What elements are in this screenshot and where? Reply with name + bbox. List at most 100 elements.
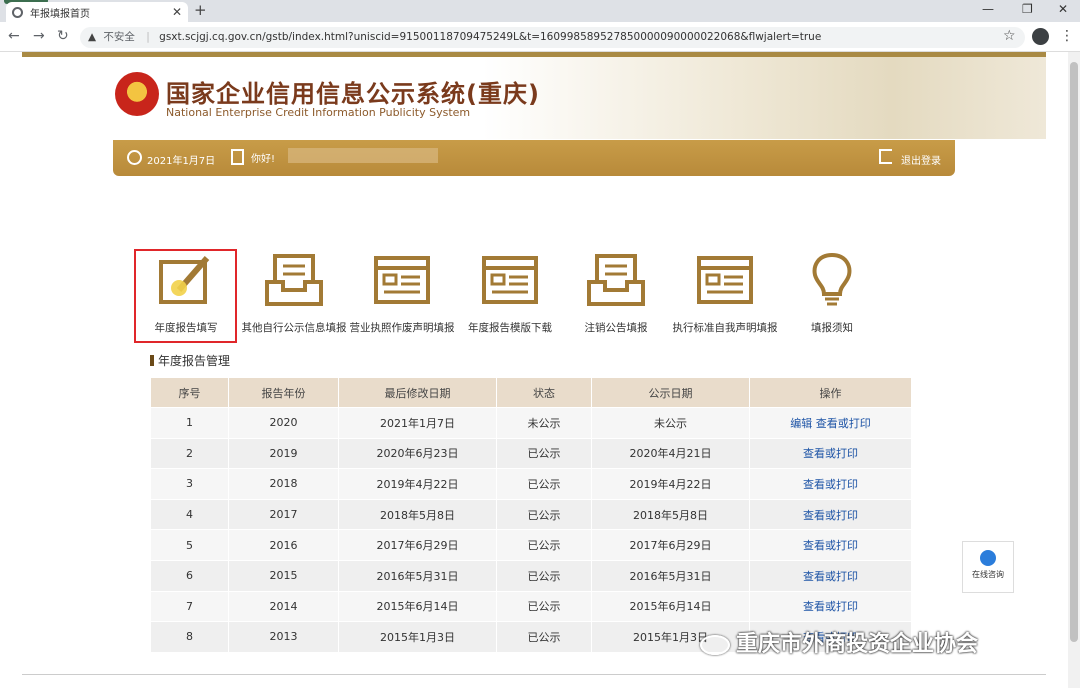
footer-line — [22, 674, 1046, 675]
cell-status: 已公示 — [496, 498, 592, 531]
func-label: 年度报告模版下载 — [468, 322, 552, 334]
col-header: 最后修改日期 — [338, 377, 497, 408]
insecure-label: 不安全 — [103, 31, 135, 43]
cell-year: 2016 — [228, 529, 339, 561]
view-print-link[interactable]: 查看或打印 — [803, 539, 858, 552]
cell-actions: 编辑 查看或打印 — [749, 407, 912, 439]
forward-icon[interactable]: → — [33, 28, 45, 44]
table-row: 1 2020 2021年1月7日 未公示 未公示 编辑 查看或打印 — [150, 407, 912, 439]
cell-actions: 查看或打印 — [749, 437, 912, 470]
table-row: 4 2017 2018年5月8日 已公示 2018年5月8日 查看或打印 — [150, 498, 912, 531]
url-text: gsxt.scjgj.cq.gov.cn/gstb/index.html?uni… — [159, 31, 822, 43]
cell-modified: 2020年6月23日 — [338, 437, 497, 470]
table-row: 5 2016 2017年6月29日 已公示 2017年6月29日 查看或打印 — [150, 529, 912, 561]
table-header-row: 序号 报告年份 最后修改日期 状态 公示日期 操作 — [150, 377, 912, 408]
view-print-link[interactable]: 查看或打印 — [803, 600, 858, 613]
cell-modified: 2016年5月31日 — [338, 559, 497, 592]
clock-icon — [127, 150, 142, 165]
cell-modified: 2019年4月22日 — [338, 468, 497, 500]
close-window-icon[interactable]: ✕ — [1058, 2, 1068, 16]
back-icon[interactable]: ← — [8, 28, 20, 44]
national-emblem-icon — [115, 72, 159, 116]
func-label: 执行标准自我声明填报 — [672, 322, 778, 334]
col-header: 公示日期 — [591, 377, 750, 408]
close-tab-icon[interactable]: ✕ — [172, 5, 182, 19]
col-header: 序号 — [150, 377, 229, 408]
section-title: 年度报告管理 — [150, 352, 230, 369]
cell-actions: 查看或打印 — [749, 529, 912, 561]
cell-year: 2020 — [228, 407, 339, 439]
template-icon — [482, 256, 538, 304]
form-icon — [374, 256, 430, 304]
cell-no: 8 — [150, 621, 229, 653]
watermark-text: 重庆市外商投资企业协会 — [736, 632, 979, 657]
logout-link[interactable]: 退出登录 — [901, 152, 941, 167]
cell-actions: 查看或打印 — [749, 590, 912, 623]
scrollbar-thumb[interactable] — [1070, 62, 1078, 642]
table-row: 3 2018 2019年4月22日 已公示 2019年4月22日 查看或打印 — [150, 468, 912, 500]
url-field[interactable]: ▲ 不安全 | gsxt.scjgj.cq.gov.cn/gstb/index.… — [80, 27, 1025, 48]
wechat-icon — [700, 635, 730, 655]
address-bar-row: ← → ↻ ▲ 不安全 | gsxt.scjgj.cq.gov.cn/gstb/… — [0, 22, 1080, 52]
cell-status: 已公示 — [496, 437, 592, 470]
table-row: 7 2014 2015年6月14日 已公示 2015年6月14日 查看或打印 — [150, 590, 912, 623]
cell-no: 6 — [150, 559, 229, 592]
cell-year: 2015 — [228, 559, 339, 592]
func-deregistration-notice[interactable]: 注销公告填报 — [561, 252, 671, 335]
col-header: 操作 — [749, 377, 912, 408]
cell-year: 2014 — [228, 590, 339, 623]
cell-status: 已公示 — [496, 468, 592, 500]
site-title: 国家企业信用信息公示系统(重庆) — [166, 80, 540, 108]
func-license-void[interactable]: 营业执照作废声明填报 — [347, 252, 457, 335]
func-filing-notice[interactable]: 填报须知 — [777, 252, 887, 335]
tab-title: 年报填报首页 — [30, 8, 90, 20]
cell-status: 已公示 — [496, 559, 592, 592]
cell-status: 未公示 — [496, 407, 592, 439]
func-standard-declaration[interactable]: 执行标准自我声明填报 — [670, 252, 780, 335]
chat-icon — [980, 550, 996, 566]
browser-menu-icon[interactable]: ⋮ — [1060, 28, 1074, 44]
cell-status: 已公示 — [496, 529, 592, 561]
func-label: 营业执照作废声明填报 — [349, 322, 455, 334]
logout-icon[interactable] — [879, 149, 892, 164]
tab-strip: 年报填报首页 ✕ + — ❐ ✕ — [0, 0, 1080, 22]
cell-publish: 2015年6月14日 — [591, 590, 750, 623]
func-other-disclosure[interactable]: 其他自行公示信息填报 — [239, 252, 349, 335]
edit-link[interactable]: 编辑 — [790, 417, 812, 430]
func-template-download[interactable]: 年度报告模版下载 — [455, 252, 565, 335]
view-print-link[interactable]: 查看或打印 — [816, 417, 871, 430]
cell-actions: 查看或打印 — [749, 468, 912, 500]
view-print-link[interactable]: 查看或打印 — [803, 478, 858, 491]
globe-icon — [12, 6, 23, 18]
cell-no: 2 — [150, 437, 229, 470]
online-consult-button[interactable]: 在线咨询 — [962, 541, 1014, 593]
cell-year: 2017 — [228, 498, 339, 531]
view-print-link[interactable]: 查看或打印 — [803, 509, 858, 522]
browser-tab[interactable]: 年报填报首页 ✕ — [6, 2, 188, 22]
func-label: 注销公告填报 — [584, 322, 648, 334]
cell-publish: 未公示 — [591, 407, 750, 439]
form-icon — [697, 256, 753, 304]
func-label: 其他自行公示信息填报 — [241, 322, 347, 334]
inbox-icon — [587, 254, 645, 306]
online-consult-label: 在线咨询 — [972, 570, 1004, 579]
cell-no: 7 — [150, 590, 229, 623]
view-print-link[interactable]: 查看或打印 — [803, 570, 858, 583]
cell-modified: 2021年1月7日 — [338, 407, 497, 439]
cell-no: 3 — [150, 468, 229, 500]
profile-avatar[interactable] — [1032, 28, 1049, 45]
bookmark-star-icon[interactable]: ☆ — [1003, 28, 1016, 44]
minimize-icon[interactable]: — — [982, 2, 994, 16]
new-tab-button[interactable]: + — [194, 1, 207, 19]
cell-actions: 查看或打印 — [749, 559, 912, 592]
cell-publish: 2016年5月31日 — [591, 559, 750, 592]
user-icon — [231, 149, 244, 165]
reload-icon[interactable]: ↻ — [57, 28, 69, 44]
restore-icon[interactable]: ❐ — [1022, 2, 1033, 16]
watermark: 重庆市外商投资企业协会 — [700, 626, 978, 658]
url-separator: | — [146, 31, 150, 43]
cell-modified: 2015年6月14日 — [338, 590, 497, 623]
col-header: 状态 — [496, 377, 592, 408]
view-print-link[interactable]: 查看或打印 — [803, 447, 858, 460]
cell-status: 已公示 — [496, 590, 592, 623]
